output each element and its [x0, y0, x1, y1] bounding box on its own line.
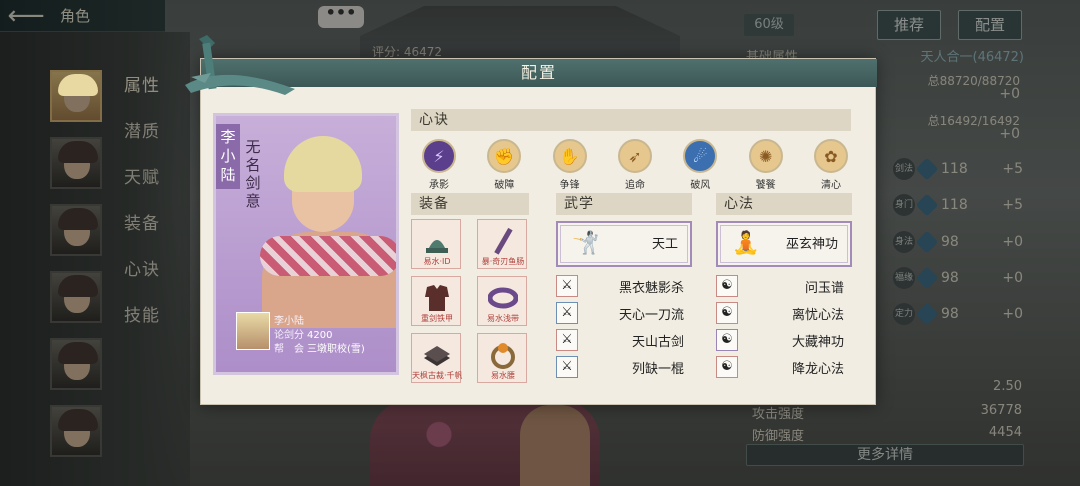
- equipment-label: 暴·奇刃鱼肠: [481, 257, 525, 266]
- strike-icon: ➶: [617, 139, 652, 173]
- armor-icon: [425, 285, 449, 311]
- wuxue-item[interactable]: ⚔ 黑衣魅影杀: [556, 275, 692, 297]
- equipment-label: 易水·ID: [423, 257, 451, 266]
- xinjue-label: 饕餮: [755, 180, 776, 191]
- skill-icon: ☯: [716, 329, 738, 351]
- xinjue-label: 破障: [494, 180, 515, 191]
- section-wuxue: 武学: [556, 193, 692, 215]
- hero-portrait: [260, 136, 396, 328]
- equipment-slot[interactable]: 易水浅带: [477, 276, 527, 326]
- skill-icon: ⚔: [556, 302, 578, 324]
- xinjue-item[interactable]: ⚡ 承影: [415, 139, 463, 191]
- lotus-icon: ✿: [813, 139, 848, 173]
- info-sword-score: 论剑分 4200: [274, 326, 332, 341]
- skill-icon: ☯: [716, 356, 738, 378]
- avatar: [236, 312, 270, 350]
- skill-name: 黑衣魅影杀: [618, 280, 684, 296]
- guild-label: 帮 会: [274, 344, 304, 355]
- wind-icon: ☄: [683, 139, 718, 173]
- xinjue-list: ⚡ 承影 ✊ 破障 ✋ 争锋 ➶ 追命 ☄ 破风 ✺ 饕餮 ✿ 清心: [415, 139, 855, 191]
- hat-icon: [426, 240, 448, 253]
- sword-dancer-icon: 🤺: [572, 231, 600, 256]
- skill-name: 大藏神功: [791, 334, 844, 350]
- skill-icon: ☯: [716, 275, 738, 297]
- equipment-label: 易水腰: [491, 371, 515, 380]
- section-xinjue: 心诀: [411, 109, 851, 131]
- blade-icon: ⚡: [422, 139, 456, 173]
- xinjue-item[interactable]: ✋ 争锋: [546, 139, 594, 191]
- xinjue-item[interactable]: ➶ 追命: [611, 139, 659, 191]
- skill-icon: ⚔: [556, 356, 578, 378]
- equipment-slot[interactable]: 易水·ID: [411, 219, 461, 269]
- equipment-slot[interactable]: 易水腰: [477, 333, 527, 383]
- section-xinfa: 心法: [716, 193, 852, 215]
- equipment-slot[interactable]: 天枫古裁·千帆: [411, 333, 462, 383]
- skill-name: 离忧心法: [791, 307, 844, 323]
- sword-ornament-icon: [185, 35, 295, 95]
- xinjue-label: 追命: [624, 180, 645, 191]
- xinfa-item[interactable]: ☯ 离忧心法: [716, 302, 852, 324]
- xinjue-item[interactable]: ✺ 饕餮: [742, 139, 790, 191]
- skill-icon: ⚔: [556, 275, 578, 297]
- equipment-label: 重剑铁甲: [421, 314, 453, 323]
- info-name: 李小陆: [274, 316, 304, 327]
- character-name: 李小陆: [216, 124, 240, 189]
- xinjue-label: 破风: [690, 180, 711, 191]
- section-equipment: 装备: [411, 193, 529, 215]
- xinfa-item[interactable]: ☯ 问玉谱: [716, 275, 852, 297]
- character-card[interactable]: 李小陆 无名剑意 李小陆 论剑分 4200 帮 会三墩职校(雪): [213, 113, 399, 375]
- meditation-icon: 🧘: [732, 231, 760, 256]
- book-icon: [424, 346, 450, 366]
- beast-icon: ✺: [748, 139, 783, 173]
- xinjue-item[interactable]: ☄ 破风: [676, 139, 724, 191]
- skill-name: 天山古剑: [631, 334, 684, 350]
- equipment-label: 天枫古裁·千帆: [412, 371, 462, 380]
- wuxue-item[interactable]: ⚔ 天心一刀流: [556, 302, 692, 324]
- skill-name: 问玉谱: [804, 280, 844, 296]
- xinjue-item[interactable]: ✊ 破障: [480, 139, 528, 191]
- equipment-label: 易水浅带: [487, 314, 519, 323]
- xinfa-main-name: 巫玄神功: [785, 237, 838, 252]
- palm-icon: ✋: [552, 139, 587, 173]
- config-modal: 配置 李小陆 无名剑意 李小陆 论剑分 4200 帮 会三墩职校(雪) 心诀 装备…: [185, 35, 877, 405]
- skill-name: 天心一刀流: [618, 307, 684, 323]
- info-guild: 帮 会三墩职校(雪): [274, 340, 365, 355]
- equipment-slot[interactable]: 重剑铁甲: [411, 276, 461, 326]
- blade-icon: [494, 227, 513, 255]
- xinjue-label: 承影: [429, 180, 449, 191]
- wuxue-main-slot[interactable]: 🤺 天工: [556, 221, 692, 267]
- character-info: 李小陆 论剑分 4200 帮 会三墩职校(雪): [236, 312, 396, 362]
- wuxue-main-name: 天工: [651, 237, 678, 252]
- skill-name: 降龙心法: [791, 361, 844, 377]
- ring-icon: [491, 343, 515, 369]
- xinjue-item[interactable]: ✿ 清心: [807, 139, 855, 191]
- xinfa-item[interactable]: ☯ 大藏神功: [716, 329, 852, 351]
- skill-name: 列缺一棍: [631, 361, 684, 377]
- equipment-slot[interactable]: 暴·奇刃鱼肠: [477, 219, 527, 269]
- fist-icon: ✊: [487, 139, 522, 173]
- skill-icon: ☯: [716, 302, 738, 324]
- belt-icon: [488, 287, 518, 309]
- xinjue-label: 清心: [820, 180, 841, 191]
- wuxue-item[interactable]: ⚔ 列缺一棍: [556, 356, 692, 378]
- xinfa-main-slot[interactable]: 🧘 巫玄神功: [716, 221, 852, 267]
- guild-value: 三墩职校(雪): [307, 344, 365, 355]
- wuxue-item[interactable]: ⚔ 天山古剑: [556, 329, 692, 351]
- xinjue-label: 争锋: [559, 180, 580, 191]
- skill-icon: ⚔: [556, 329, 578, 351]
- xinfa-item[interactable]: ☯ 降龙心法: [716, 356, 852, 378]
